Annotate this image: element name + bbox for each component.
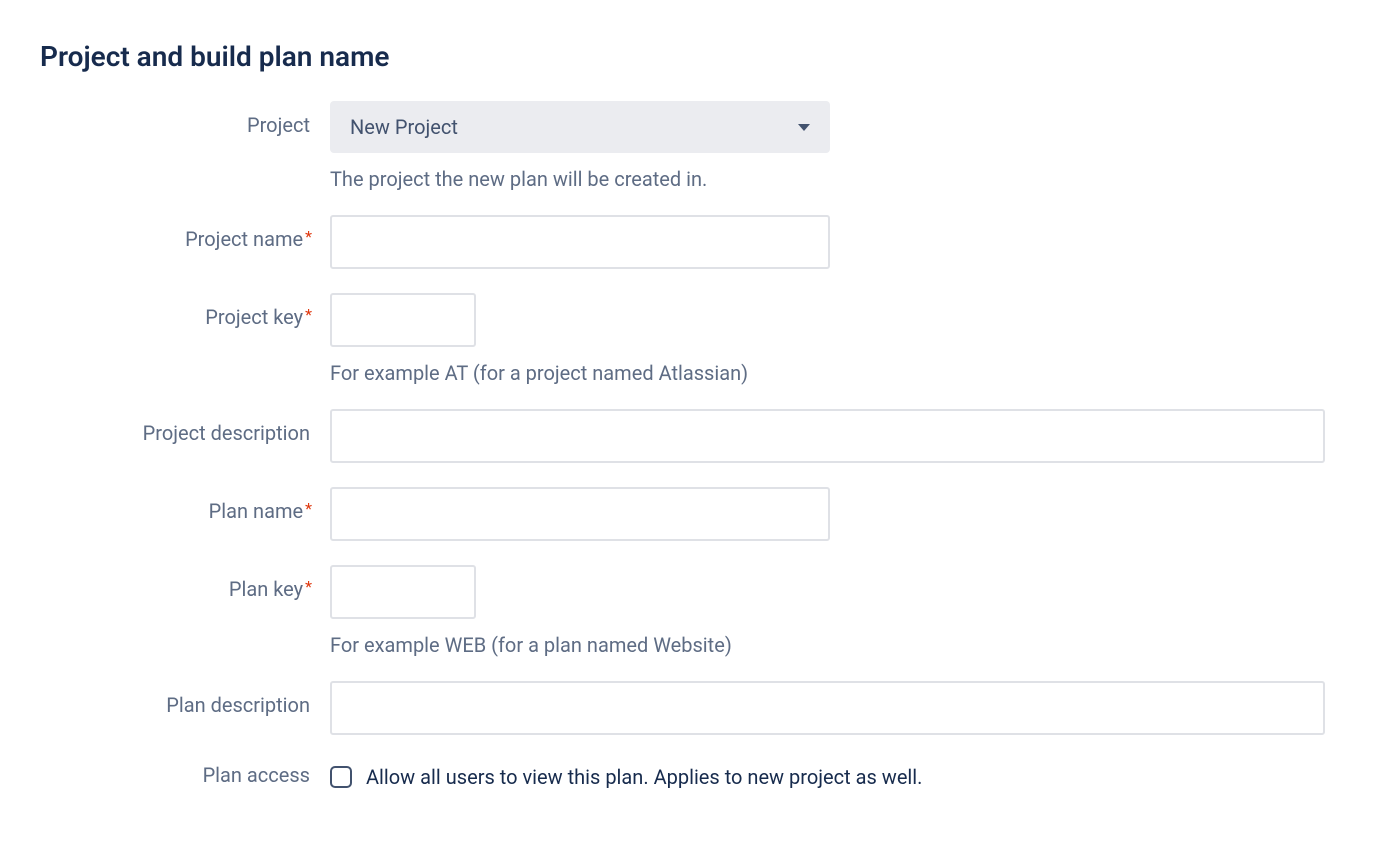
row-project: Project New Project The project the new …	[40, 101, 1352, 191]
required-mark: *	[305, 227, 312, 246]
label-project-key-text: Project key	[205, 305, 303, 329]
row-plan-description: Plan description	[40, 681, 1352, 735]
label-project-key: Project key*	[40, 293, 330, 329]
project-name-input[interactable]	[330, 215, 830, 269]
label-plan-name: Plan name*	[40, 487, 330, 523]
row-project-name: Project name*	[40, 215, 1352, 269]
plan-description-input[interactable]	[330, 681, 1325, 735]
plan-access-checkbox-label[interactable]: Allow all users to view this plan. Appli…	[366, 765, 922, 789]
row-plan-name: Plan name*	[40, 487, 1352, 541]
plan-access-checkbox[interactable]	[330, 766, 352, 788]
label-plan-key-text: Plan key	[229, 577, 303, 601]
project-select-value: New Project	[350, 115, 458, 139]
label-project-name: Project name*	[40, 215, 330, 251]
row-plan-key: Plan key* For example WEB (for a plan na…	[40, 565, 1352, 657]
plan-key-help-text: For example WEB (for a plan named Websit…	[330, 633, 1352, 657]
project-key-input[interactable]	[330, 293, 476, 347]
label-project-description-text: Project description	[143, 421, 310, 445]
chevron-down-icon	[798, 124, 810, 131]
project-description-input[interactable]	[330, 409, 1325, 463]
row-project-key: Project key* For example AT (for a proje…	[40, 293, 1352, 385]
row-project-description: Project description	[40, 409, 1352, 463]
section-heading: Project and build plan name	[40, 40, 1352, 73]
label-plan-access: Plan access	[40, 759, 330, 787]
label-plan-name-text: Plan name	[209, 499, 303, 523]
row-plan-access: Plan access Allow all users to view this…	[40, 759, 1352, 789]
label-plan-description-text: Plan description	[166, 693, 310, 717]
label-project-name-text: Project name	[185, 227, 303, 251]
label-project: Project	[40, 101, 330, 137]
project-select[interactable]: New Project	[330, 101, 830, 153]
required-mark: *	[305, 499, 312, 518]
required-mark: *	[305, 577, 312, 596]
label-project-description: Project description	[40, 409, 330, 445]
required-mark: *	[305, 305, 312, 324]
label-plan-key: Plan key*	[40, 565, 330, 601]
label-plan-access-text: Plan access	[203, 763, 310, 787]
project-key-help-text: For example AT (for a project named Atla…	[330, 361, 1352, 385]
label-plan-description: Plan description	[40, 681, 330, 717]
project-help-text: The project the new plan will be created…	[330, 167, 1352, 191]
plan-key-input[interactable]	[330, 565, 476, 619]
label-project-text: Project	[247, 113, 310, 137]
plan-name-input[interactable]	[330, 487, 830, 541]
